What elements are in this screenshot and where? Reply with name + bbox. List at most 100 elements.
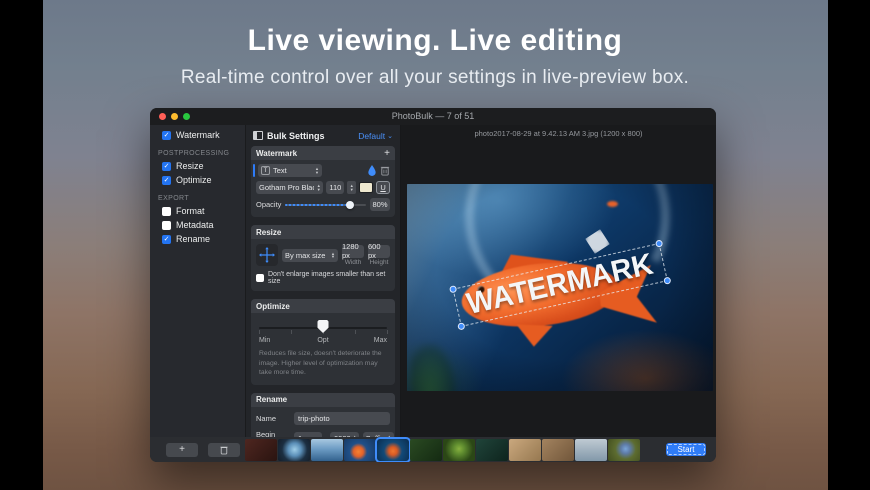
resize-card-header: Resize xyxy=(251,225,395,239)
format-checkbox[interactable]: ✓ xyxy=(162,206,171,216)
slider-thumb[interactable] xyxy=(317,320,329,333)
resize-checkbox[interactable]: ✓ xyxy=(162,161,171,171)
sidebar-toggle-icon[interactable] xyxy=(253,131,263,140)
opacity-label: Opacity xyxy=(256,200,282,209)
sidebar-item-format[interactable]: ✓ Format xyxy=(150,204,245,218)
watermark-checkbox[interactable]: ✓ xyxy=(162,130,171,140)
slider-tick xyxy=(355,330,356,334)
height-field[interactable]: 600 px xyxy=(368,242,390,260)
resize-controls-row: By max size ▲ ▼ 1280 px Width 600 px Heig… xyxy=(251,239,395,266)
thumbnail[interactable] xyxy=(410,438,442,461)
width-field-group: 1280 px Width xyxy=(342,242,364,266)
optimize-scale-labels: Min Opt Max xyxy=(259,337,387,346)
delete-photos-button[interactable] xyxy=(208,442,240,457)
thumbnail-selected[interactable] xyxy=(375,436,411,462)
thumbnail[interactable] xyxy=(476,438,508,461)
thumbnail[interactable] xyxy=(509,438,541,461)
add-photos-button[interactable]: + xyxy=(166,442,198,457)
min-label: Min xyxy=(259,337,271,344)
begin-with-label: Begin with xyxy=(256,429,276,437)
color-droplet-icon[interactable] xyxy=(367,165,377,176)
sidebar-item-label: Format xyxy=(176,206,205,216)
resize-mode-value: By max size xyxy=(285,250,326,260)
underline-style-button[interactable]: U xyxy=(376,181,390,194)
thumbnail[interactable] xyxy=(344,438,376,461)
no-enlarge-row[interactable]: ✓ Don't enlarge images smaller than set … xyxy=(251,266,395,291)
card-title: Rename xyxy=(256,395,288,405)
font-size-stepper[interactable]: ▲ ▼ xyxy=(347,181,357,194)
card-title: Optimize xyxy=(256,301,290,311)
rename-checkbox[interactable]: ✓ xyxy=(162,234,171,244)
sidebar-section-export: EXPORT xyxy=(158,195,190,202)
start-button[interactable]: Start xyxy=(666,443,706,456)
settings-title: Bulk Settings xyxy=(267,130,325,141)
preview-photo: WATERMARK xyxy=(407,184,713,391)
watermark-card: Watermark + T Text ▲ ▼ Gotham Pro Black … xyxy=(251,146,395,217)
begin-with-input[interactable] xyxy=(294,432,322,437)
slider-tick xyxy=(387,330,388,334)
text-type-icon: T xyxy=(261,166,270,175)
thumbnail[interactable] xyxy=(311,438,343,461)
thumbnail[interactable] xyxy=(278,438,310,461)
max-label: Max xyxy=(373,337,387,344)
optimize-slider[interactable] xyxy=(259,319,388,336)
card-title: Watermark xyxy=(256,148,298,158)
preset-dropdown[interactable]: Default ⌄ xyxy=(358,131,393,141)
metadata-checkbox[interactable]: ✓ xyxy=(162,220,171,230)
opacity-slider[interactable] xyxy=(285,199,366,210)
settings-panel: Bulk Settings Default ⌄ Watermark + T Te… xyxy=(246,125,401,437)
optimize-card: Optimize Min Opt Max Reduces file size, … xyxy=(251,299,395,385)
sidebar-item-watermark[interactable]: ✓ Watermark xyxy=(150,128,245,142)
chevron-down-icon: ⌄ xyxy=(387,132,393,140)
resize-arrows-icon xyxy=(256,244,278,266)
sidebar-item-optimize[interactable]: ✓ Optimize xyxy=(150,173,245,187)
name-input[interactable] xyxy=(294,411,390,425)
watermark-type-select[interactable]: T Text ▲ ▼ xyxy=(258,164,322,177)
slider-thumb[interactable] xyxy=(345,201,354,209)
rename-name-row: Name xyxy=(251,407,395,425)
color-swatch[interactable] xyxy=(359,182,374,193)
check-icon: ✓ xyxy=(163,162,170,170)
slider-tick xyxy=(259,330,260,334)
updown-chevrons-icon: ▲▼ xyxy=(387,434,392,437)
window-title: PhotoBulk — 7 of 51 xyxy=(391,111,475,121)
font-select[interactable]: Gotham Pro Black ▲ ▼ xyxy=(256,181,324,194)
trash-icon[interactable] xyxy=(380,165,390,176)
sidebar-item-resize[interactable]: ✓ Resize xyxy=(150,159,245,173)
no-enlarge-checkbox[interactable]: ✓ xyxy=(256,274,264,282)
settings-header: Bulk Settings Default ⌄ xyxy=(251,125,395,146)
suffix-value: Suffix xyxy=(366,434,385,437)
live-preview-panel: photo2017-08-29 at 9.42.13 AM 3.jpg (120… xyxy=(401,125,716,437)
thumbnail-strip xyxy=(245,436,640,462)
updown-chevrons-icon: ▲▼ xyxy=(331,250,335,259)
photo-filename: photo2017-08-29 at 9.42.13 AM 3.jpg (120… xyxy=(474,129,643,138)
resize-mode-select[interactable]: By max size ▲ ▼ xyxy=(282,248,338,262)
sidebar-item-metadata[interactable]: ✓ Metadata xyxy=(150,218,245,232)
suffix-select[interactable]: Suffix ▲▼ xyxy=(362,432,395,437)
rename-begin-row: Begin with 0000 ▲▼ Suffix ▲▼ xyxy=(251,425,395,437)
optimize-checkbox[interactable]: ✓ xyxy=(162,175,171,185)
digits-value: 0000 xyxy=(334,434,351,437)
hero-section: Live viewing. Live editing Real-time con… xyxy=(0,24,870,89)
thumbnail[interactable] xyxy=(443,438,475,461)
font-size-field[interactable]: 110 xyxy=(326,181,345,194)
slider-fill xyxy=(285,204,350,206)
trash-icon xyxy=(220,446,228,454)
digits-stepper[interactable]: 0000 ▲▼ xyxy=(330,432,359,437)
thumbnail[interactable] xyxy=(608,438,640,461)
add-watermark-button[interactable]: + xyxy=(384,148,390,159)
resize-card: Resize By max size ▲ ▼ 1280 px Width 600… xyxy=(251,225,395,291)
thumbnail[interactable] xyxy=(542,438,574,461)
hero-subtitle: Real-time control over all your settings… xyxy=(180,67,690,88)
photobulk-window: PhotoBulk — 7 of 51 ✓ Watermark POSTPROC… xyxy=(150,108,716,462)
check-icon: ✓ xyxy=(163,131,170,139)
sidebar-item-rename[interactable]: ✓ Rename xyxy=(150,232,245,246)
screenshot-root: Live viewing. Live editing Real-time con… xyxy=(0,0,870,490)
thumbnail[interactable] xyxy=(245,438,277,461)
optimize-description: Reduces file size, doesn't deteriorate t… xyxy=(259,350,382,377)
updown-chevrons-icon: ▲▼ xyxy=(316,184,321,191)
titlebar: PhotoBulk — 7 of 51 xyxy=(150,108,716,125)
watermark-card-header: Watermark + xyxy=(251,146,395,160)
width-field[interactable]: 1280 px xyxy=(342,242,364,260)
thumbnail[interactable] xyxy=(575,438,607,461)
